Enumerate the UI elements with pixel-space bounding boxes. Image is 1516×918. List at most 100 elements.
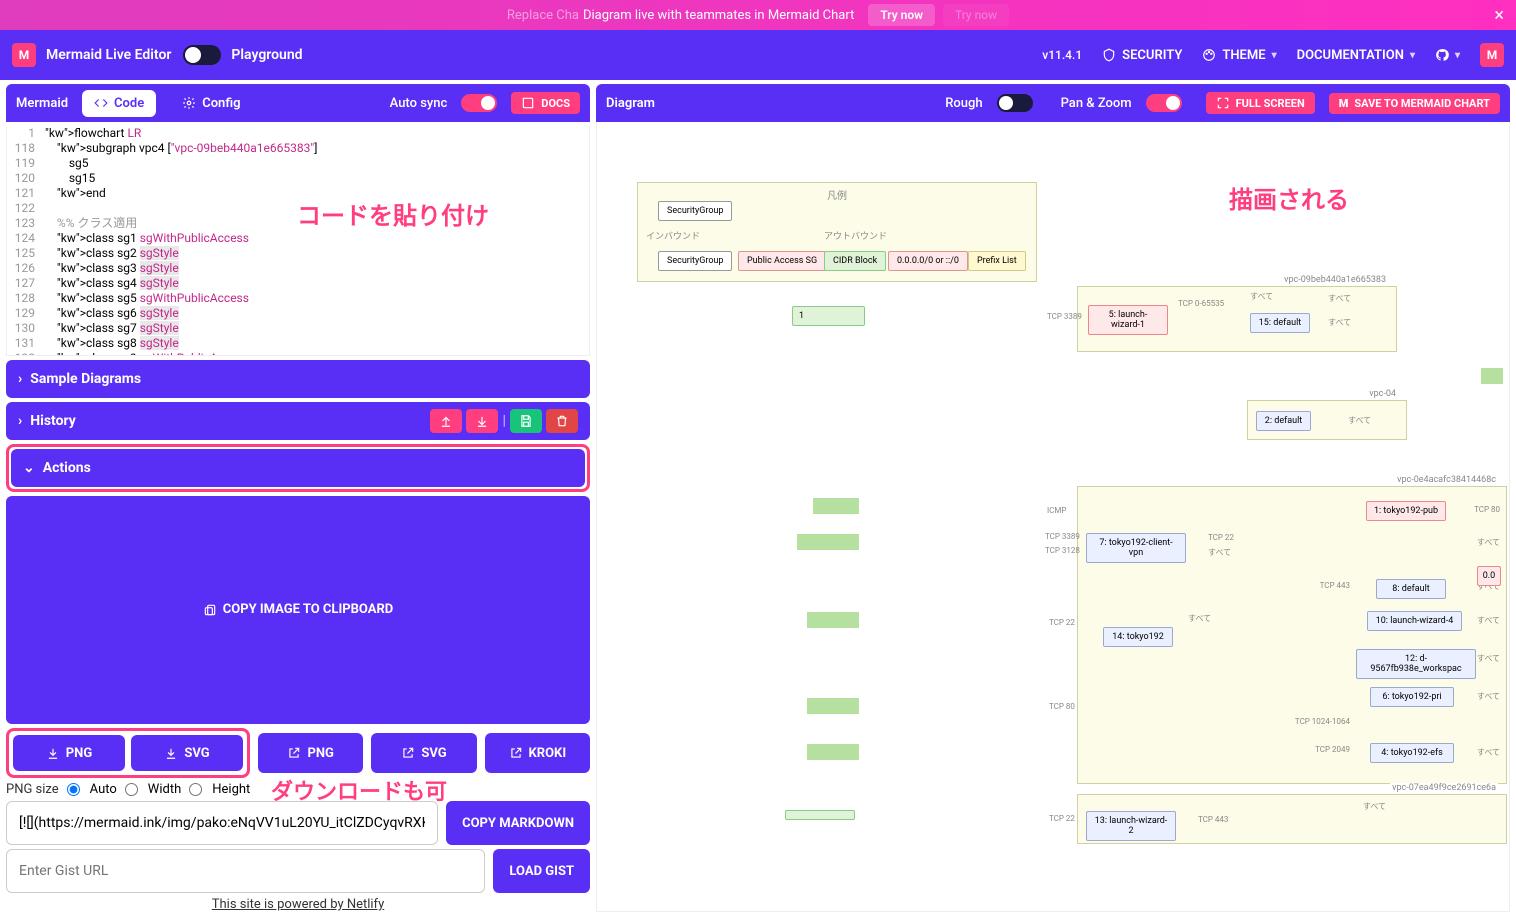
external-link-icon bbox=[401, 746, 415, 760]
download-highlight-box: PNG SVG bbox=[6, 728, 250, 778]
editor-line: 122 bbox=[7, 201, 589, 216]
code-icon bbox=[94, 96, 108, 110]
png-size-label: PNG size bbox=[6, 782, 59, 797]
trash-icon bbox=[555, 414, 569, 428]
editor-line: 128 "kw">class sg5 sgWithPublicAccess bbox=[7, 291, 589, 306]
autosync-label: Auto sync bbox=[390, 96, 448, 111]
editor-line: 124 "kw">class sg1 sgWithPublicAccess bbox=[7, 231, 589, 246]
theme-menu[interactable]: THEME ▾ bbox=[1202, 48, 1276, 63]
editor-line: 123 %% クラス適用 bbox=[7, 216, 589, 231]
history-upload-button[interactable] bbox=[430, 409, 462, 433]
banner-prefix: Replace Cha bbox=[507, 8, 579, 23]
security-link[interactable]: SECURITY bbox=[1102, 48, 1182, 63]
chevron-down-icon: ▾ bbox=[1272, 50, 1277, 61]
try-now-button[interactable]: Try now bbox=[868, 4, 935, 26]
diagram-subgraph-small: vpc-04 2: default すべて bbox=[1247, 400, 1407, 440]
diagram-subgraph-bottom: vpc-07ea49f9ce2691ce6a 13: launch-wizard… bbox=[1077, 794, 1507, 844]
gist-url-input[interactable] bbox=[6, 849, 485, 893]
mode-switch[interactable] bbox=[183, 45, 221, 65]
banner-text: Diagram live with teammates in Mermaid C… bbox=[583, 8, 854, 23]
brand-title: Mermaid Live Editor bbox=[46, 47, 171, 63]
editor-line: 127 "kw">class sg4 sgStyle bbox=[7, 276, 589, 291]
try-now-ghost-button[interactable]: Try now bbox=[943, 4, 1009, 26]
load-gist-button[interactable]: LOAD GIST bbox=[493, 849, 590, 893]
fullscreen-button[interactable]: FULL SCREEN bbox=[1206, 92, 1315, 114]
version-label: v11.4.1 bbox=[1042, 48, 1082, 62]
sample-diagrams-section[interactable]: › Sample Diagrams bbox=[6, 360, 590, 398]
editor-line: 126 "kw">class sg3 sgStyle bbox=[7, 261, 589, 276]
save-to-chart-button[interactable]: M SAVE TO MERMAID CHART bbox=[1329, 93, 1500, 114]
tab-code[interactable]: Code bbox=[82, 90, 156, 117]
history-save-button[interactable] bbox=[510, 409, 542, 433]
markdown-url-input[interactable] bbox=[6, 801, 438, 845]
autosync-toggle[interactable] bbox=[461, 94, 497, 112]
docs-button[interactable]: DOCS bbox=[511, 92, 580, 114]
editor-line: 1"kw">flowchart LR bbox=[7, 126, 589, 141]
chevron-down-icon: ⌄ bbox=[23, 460, 35, 476]
copy-image-clipboard-button[interactable]: COPY IMAGE TO CLIPBOARD bbox=[6, 496, 590, 725]
open-kroki-button[interactable]: KROKI bbox=[485, 733, 590, 773]
png-size-height[interactable]: Height bbox=[189, 782, 250, 797]
png-size-width[interactable]: Width bbox=[125, 782, 181, 797]
save-icon bbox=[519, 414, 533, 428]
diagram-node: 0.0 bbox=[1477, 566, 1501, 586]
annotation-rendered: 描画される bbox=[1229, 180, 1349, 215]
documentation-menu[interactable]: DOCUMENTATION ▾ bbox=[1297, 48, 1415, 63]
panzoom-label: Pan & Zoom bbox=[1061, 96, 1132, 111]
editor-title: Mermaid bbox=[16, 96, 68, 111]
download-icon bbox=[164, 746, 178, 760]
upload-icon bbox=[439, 414, 453, 428]
diagram-node bbox=[797, 534, 859, 550]
history-section[interactable]: › History | bbox=[6, 402, 590, 440]
banner-close-icon[interactable]: × bbox=[1494, 5, 1504, 26]
editor-line: 120 sg15 bbox=[7, 171, 589, 186]
chevron-down-icon: ▾ bbox=[1455, 50, 1460, 61]
download-png-button[interactable]: PNG bbox=[13, 735, 125, 771]
chevron-right-icon: › bbox=[18, 413, 22, 429]
diagram-canvas[interactable]: 描画される 凡例 SecurityGroup インバウンド アウトバウンド Se… bbox=[596, 122, 1510, 912]
palette-icon bbox=[1202, 48, 1216, 62]
panzoom-toggle[interactable] bbox=[1146, 94, 1182, 112]
actions-highlight-box: ⌄ Actions bbox=[6, 444, 590, 492]
diagram-node bbox=[807, 698, 859, 714]
tab-config[interactable]: Config bbox=[170, 90, 252, 117]
diagram-node: 1 bbox=[792, 306, 865, 326]
history-download-button[interactable] bbox=[466, 409, 498, 433]
clipboard-icon bbox=[203, 603, 217, 617]
download-icon bbox=[46, 746, 60, 760]
png-size-auto[interactable]: Auto bbox=[67, 782, 117, 797]
copy-markdown-button[interactable]: COPY MARKDOWN bbox=[446, 801, 590, 845]
netlify-footer-link[interactable]: This site is powered by Netlify bbox=[6, 897, 590, 912]
book-icon bbox=[521, 96, 535, 110]
diagram-node bbox=[813, 498, 859, 514]
open-svg-button[interactable]: SVG bbox=[371, 733, 476, 773]
mode-label: Playground bbox=[231, 47, 302, 63]
open-png-button[interactable]: PNG bbox=[258, 733, 363, 773]
editor-line: 131 "kw">class sg8 sgStyle bbox=[7, 336, 589, 351]
editor-line: 121 "kw">end bbox=[7, 186, 589, 201]
external-link-icon bbox=[287, 746, 301, 760]
actions-section[interactable]: ⌄ Actions bbox=[11, 449, 585, 487]
github-link[interactable]: ▾ bbox=[1435, 48, 1460, 62]
diagram-node bbox=[807, 612, 859, 628]
code-editor[interactable]: コードを貼り付け 1"kw">flowchart LR118 "kw">subg… bbox=[6, 126, 590, 356]
history-delete-button[interactable] bbox=[546, 409, 578, 433]
mermaid-chart-icon: M bbox=[1480, 43, 1504, 67]
mermaid-logo-icon: M bbox=[12, 43, 36, 67]
diagram-node bbox=[807, 744, 859, 760]
download-icon bbox=[475, 414, 489, 428]
editor-line: 119 sg5 bbox=[7, 156, 589, 171]
diagram-subgraph-vpc4: vpc-09beb440a1e665383 5: launch-wizard-1… bbox=[1077, 286, 1397, 352]
editor-line: 118 "kw">subgraph vpc4 ["vpc-09beb440a1e… bbox=[7, 141, 589, 156]
rough-toggle[interactable] bbox=[997, 94, 1033, 112]
top-navbar: M Mermaid Live Editor Playground v11.4.1… bbox=[0, 30, 1516, 80]
editor-line: 125 "kw">class sg2 sgStyle bbox=[7, 246, 589, 261]
download-svg-button[interactable]: SVG bbox=[131, 735, 243, 771]
chevron-right-icon: › bbox=[18, 371, 22, 387]
diagram-node bbox=[785, 810, 855, 820]
shield-icon bbox=[1102, 48, 1116, 62]
mermaid-chart-link[interactable]: M bbox=[1480, 43, 1504, 67]
diagram-subgraph-main: vpc-0e4acafc38414468c 1: tokyo192-pub 7:… bbox=[1077, 486, 1507, 784]
editor-line: 129 "kw">class sg6 sgStyle bbox=[7, 306, 589, 321]
diagram-node bbox=[1481, 368, 1503, 384]
